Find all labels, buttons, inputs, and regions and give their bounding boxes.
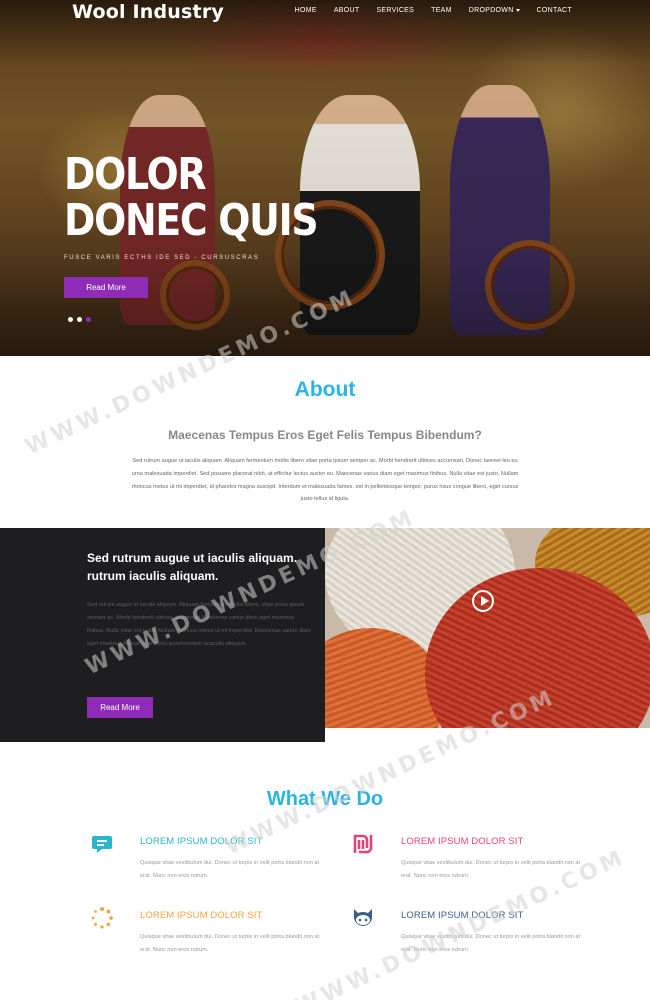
slider-pagination (68, 317, 91, 322)
service-item-title: LOREM IPSUM DOLOR SIT (401, 910, 524, 921)
about-paragraph: Sed rutrum augue ut iaculis aliquam. Ali… (131, 458, 519, 503)
chat-bubble-icon (92, 836, 112, 853)
nav-item-dropdown-label: DROPDOWN (468, 7, 514, 14)
shekel-icon (353, 834, 373, 854)
service-item: LOREM IPSUM DOLOR SIT Quisque vitae vest… (92, 836, 330, 882)
service-item: LOREM IPSUM DOLOR SIT Quisque vitae vest… (354, 909, 591, 956)
service-item-title: LOREM IPSUM DOLOR SIT (140, 836, 263, 847)
service-item-title: LOREM IPSUM DOLOR SIT (401, 836, 524, 847)
nav-item-contact[interactable]: CONTACT (537, 7, 572, 14)
feature-panel-text: Sed rutrum augue ut iaculis aliquam. Ali… (87, 602, 311, 647)
hero-title-line-1: DOLOR (64, 149, 206, 200)
service-item-title: LOREM IPSUM DOLOR SIT (140, 910, 263, 921)
about-heading: About (294, 378, 356, 401)
feature-panel-title: Sed rutrum augue ut iaculis aliquam. rut… (87, 551, 298, 583)
nav-item-home[interactable]: HOME (295, 7, 317, 14)
nav-item-services[interactable]: SERVICES (376, 7, 414, 14)
service-item-text: Quisque vitae vestibulum dui. Donec ut t… (140, 934, 320, 953)
hero-title-line-2: DONEC QUIS (64, 195, 319, 246)
github-icon (354, 909, 372, 926)
hero-subtitle: FUSCE VARIS ECTHS IDE SED - CURSUSCRAS (64, 255, 260, 261)
what-we-do-heading: What We Do (266, 788, 384, 810)
nav-item-about[interactable]: ABOUT (334, 7, 360, 14)
service-item-text: Quisque vitae vestibulum dui. Donec ut t… (140, 860, 320, 879)
play-circle-icon[interactable] (472, 590, 494, 612)
main-nav: HOME ABOUT SERVICES TEAM DROPDOWN CONTAC… (295, 7, 572, 14)
top-navbar: Wool Industry HOME ABOUT SERVICES TEAM D… (0, 0, 650, 24)
hero-title: DOLOR DONEC QUIS (64, 149, 319, 246)
hero-slider: Wool Industry HOME ABOUT SERVICES TEAM D… (0, 0, 650, 356)
slider-dot-1[interactable] (68, 317, 73, 322)
feature-read-more-button[interactable]: Read More (87, 697, 153, 718)
slider-dot-2[interactable] (77, 317, 82, 322)
service-item-text: Quisque vitae vestibulum dui. Donec ut t… (401, 860, 581, 879)
nav-item-dropdown[interactable]: DROPDOWN (469, 7, 520, 14)
slider-dot-3[interactable] (86, 317, 91, 322)
spinner-icon (91, 907, 113, 929)
caret-down-icon (515, 8, 520, 12)
service-item-text: Quisque vitae vestibulum dui. Donec ut t… (401, 934, 581, 953)
nav-item-team[interactable]: TEAM (431, 7, 452, 14)
yarn-video-thumbnail[interactable] (325, 528, 650, 728)
hero-read-more-button[interactable]: Read More (64, 277, 148, 298)
site-logo[interactable]: Wool Industry (72, 1, 224, 23)
service-item: LOREM IPSUM DOLOR SIT Quisque vitae vest… (353, 834, 591, 882)
about-subheading: Maecenas Tempus Eros Eget Felis Tempus B… (168, 428, 482, 442)
service-item: LOREM IPSUM DOLOR SIT Quisque vitae vest… (91, 907, 330, 956)
